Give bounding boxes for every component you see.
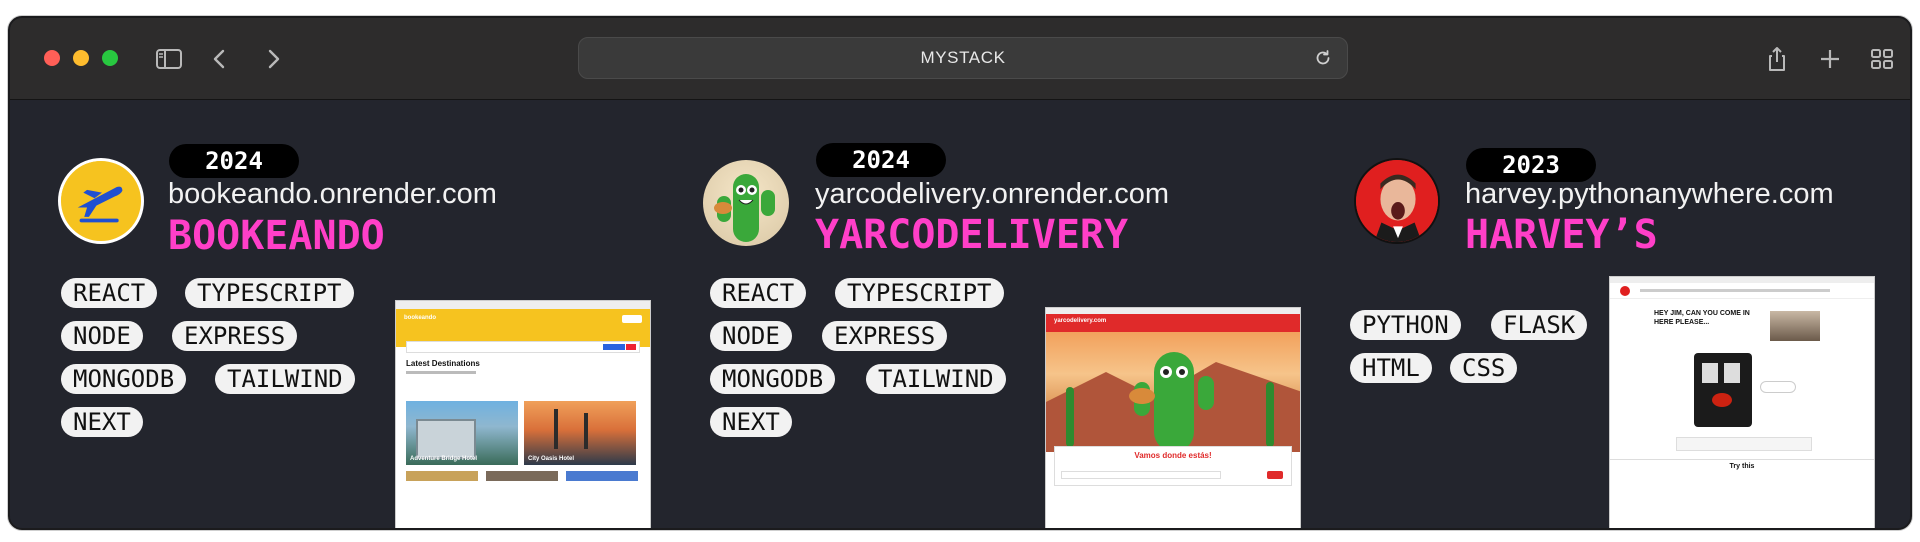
year-badge: 2023: [1466, 148, 1596, 182]
project-card-harveys[interactable]: 2023 harvey.pythonanywhere.com HARVEY’S …: [1290, 100, 1910, 528]
sidebar-icon[interactable]: [154, 44, 184, 74]
tag-html: HTML: [1350, 353, 1432, 383]
plane-logo-icon: [58, 158, 144, 244]
preview-brand: yarcodelivery.com: [1054, 318, 1107, 324]
new-tab-icon[interactable]: [1815, 44, 1845, 74]
maximize-window-button[interactable]: [102, 50, 118, 66]
tag-tailwind: TAILWIND: [866, 364, 1006, 394]
url-text: MYSTACK: [920, 48, 1006, 67]
preview-brand: bookeando: [404, 315, 437, 321]
tag-python: PYTHON: [1350, 310, 1461, 340]
browser-window: MYSTACK 2024 bookeando.onrender.com BOOK…: [8, 16, 1912, 530]
reload-icon[interactable]: [1313, 48, 1333, 68]
tag-next: NEXT: [61, 407, 143, 437]
project-preview-screenshot[interactable]: bookeando Latest Destinations Adventure …: [395, 300, 651, 528]
tag-react: REACT: [710, 278, 807, 308]
tag-express: EXPRESS: [822, 321, 948, 351]
project-name[interactable]: HARVEY’S: [1465, 212, 1658, 258]
project-card-yarcodelivery[interactable]: 2024 yarcodelivery.onrender.com YARCODEL…: [650, 100, 1301, 528]
tag-express: EXPRESS: [172, 321, 298, 351]
share-icon[interactable]: [1762, 44, 1792, 74]
project-name[interactable]: YARCODELIVERY: [815, 212, 1128, 258]
year-badge: 2024: [816, 143, 946, 177]
harvey-avatar-icon: [1354, 158, 1440, 244]
project-name[interactable]: BOOKEANDO: [168, 213, 385, 259]
title-bar: MYSTACK: [10, 18, 1910, 100]
tag-typescript: TYPESCRIPT: [835, 278, 1004, 308]
tag-tailwind: TAILWIND: [215, 364, 355, 394]
preview-heading: Vamos donde estás!: [1134, 451, 1212, 460]
tag-mongodb: MONGODB: [710, 364, 836, 394]
forward-icon[interactable]: [258, 44, 288, 74]
tag-node: NODE: [61, 321, 143, 351]
preview-footer: Try this: [1729, 463, 1755, 470]
project-preview-screenshot[interactable]: yarcodelivery.com Vamos donde estás!: [1045, 307, 1301, 528]
tag-mongodb: MONGODB: [61, 364, 187, 394]
year-badge: 2024: [169, 144, 299, 178]
project-preview-screenshot[interactable]: HEY JIM, CAN YOU COME IN HERE PLEASE... …: [1609, 276, 1875, 528]
close-window-button[interactable]: [44, 50, 60, 66]
tag-node: NODE: [710, 321, 792, 351]
tag-next: NEXT: [710, 407, 792, 437]
address-bar[interactable]: MYSTACK: [578, 37, 1348, 79]
project-domain[interactable]: harvey.pythonanywhere.com: [1465, 178, 1834, 211]
preview-quote: HEY JIM, CAN YOU COME IN HERE PLEASE...: [1654, 310, 1750, 326]
tag-typescript: TYPESCRIPT: [185, 278, 354, 308]
project-card-bookeando[interactable]: 2024 bookeando.onrender.com BOOKEANDO RE…: [10, 100, 651, 528]
preview-hotel-1: Adventure Bridge Hotel: [410, 456, 478, 462]
project-domain[interactable]: yarcodelivery.onrender.com: [815, 178, 1169, 211]
tag-flask: FLASK: [1491, 310, 1588, 340]
tag-react: REACT: [61, 278, 158, 308]
tab-overview-icon[interactable]: [1867, 44, 1897, 74]
back-icon[interactable]: [205, 44, 235, 74]
project-domain[interactable]: bookeando.onrender.com: [168, 178, 497, 211]
preview-hotel-2: City Oasis Hotel: [528, 456, 575, 462]
tag-css: CSS: [1450, 353, 1518, 383]
page-content: 2024 bookeando.onrender.com BOOKEANDO RE…: [10, 100, 1910, 528]
preview-heading: Latest Destinations: [406, 359, 480, 368]
minimize-window-button[interactable]: [73, 50, 89, 66]
cactus-avatar-icon: [703, 160, 789, 246]
